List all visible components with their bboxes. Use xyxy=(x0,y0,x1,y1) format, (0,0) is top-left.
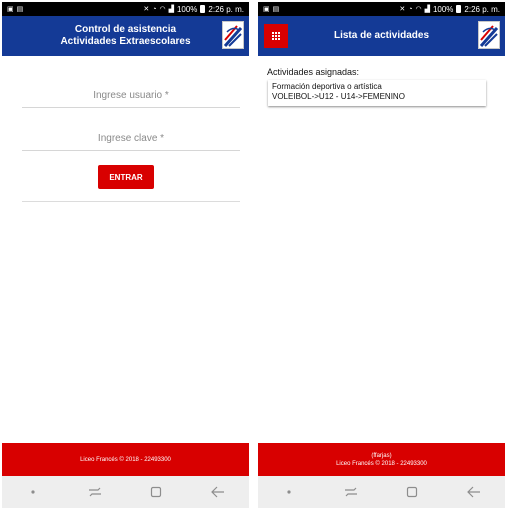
title-line-2: Actividades Extraescolares xyxy=(60,36,191,47)
recent-apps-icon[interactable] xyxy=(336,482,366,502)
app-bar: Control de asistencia Actividades Extrae… xyxy=(2,16,249,56)
footer: Liceo Francés © 2018 - 22493300 xyxy=(2,443,249,476)
clock: 2:26 p. m. xyxy=(208,4,244,14)
page-title: Control de asistencia Actividades Extrae… xyxy=(60,24,190,48)
status-bar: ▣ ▤ ✕ ◔ ◠ ▟ 100% 2:26 p. m. xyxy=(2,2,249,16)
password-input[interactable] xyxy=(22,127,240,151)
username-input[interactable] xyxy=(22,84,240,108)
home-dot-icon[interactable] xyxy=(274,482,304,502)
back-icon[interactable] xyxy=(203,482,233,502)
clock: 2:26 p. m. xyxy=(464,4,500,14)
wifi-icon: ◠ xyxy=(415,5,422,13)
battery-percent: 100% xyxy=(432,4,454,14)
home-dot-icon[interactable] xyxy=(18,482,48,502)
system-nav-bar xyxy=(2,476,249,508)
form-divider xyxy=(22,201,240,202)
school-logo-icon xyxy=(478,21,500,49)
notification-icon: ▤ xyxy=(16,5,24,13)
login-screen: ▣ ▤ ✕ ◔ ◠ ▟ 100% 2:26 p. m. Control de a… xyxy=(2,2,249,508)
menu-button[interactable] xyxy=(264,24,288,48)
home-icon[interactable] xyxy=(397,482,427,502)
enter-button[interactable]: ENTRAR xyxy=(98,165,154,189)
battery-icon xyxy=(456,5,462,13)
signal-icon: ▟ xyxy=(424,5,430,13)
footer-username: (ffarjas) xyxy=(371,452,392,459)
activity-item[interactable]: Formación deportiva o artística VOLEIBOL… xyxy=(268,80,486,106)
title-line-1: Control de asistencia xyxy=(74,24,177,35)
mute-icon: ✕ xyxy=(399,5,406,13)
image-icon: ▣ xyxy=(263,5,270,13)
activity-category: Formación deportiva o artística xyxy=(272,82,382,91)
notification-icon: ▤ xyxy=(272,5,280,13)
assigned-activities-label: Actividades asignadas: xyxy=(267,67,360,77)
school-logo-icon xyxy=(222,21,244,49)
wifi-icon: ◠ xyxy=(159,5,166,13)
footer-text: Liceo Francés © 2018 - 22493300 xyxy=(80,456,171,463)
mute-icon: ✕ xyxy=(143,5,150,13)
grid-menu-icon xyxy=(272,32,280,40)
battery-percent: 100% xyxy=(176,4,198,14)
page-title: Lista de actividades xyxy=(333,30,430,41)
signal-icon: ▟ xyxy=(168,5,174,13)
recent-apps-icon[interactable] xyxy=(80,482,110,502)
battery-icon xyxy=(200,5,206,13)
image-icon: ▣ xyxy=(7,5,14,13)
app-bar: Lista de actividades xyxy=(258,16,505,56)
footer: (ffarjas) Liceo Francés © 2018 - 2249330… xyxy=(258,443,505,476)
system-nav-bar xyxy=(258,476,505,508)
back-icon[interactable] xyxy=(459,482,489,502)
home-icon[interactable] xyxy=(141,482,171,502)
alarm-icon: ◔ xyxy=(152,5,157,13)
footer-text: Liceo Francés © 2018 - 22493300 xyxy=(336,460,427,467)
activity-detail: VOLEIBOL->U12 - U14->FEMENINO xyxy=(272,92,405,101)
alarm-icon: ◔ xyxy=(408,5,413,13)
activities-screen: ▣ ▤ ✕ ◔ ◠ ▟ 100% 2:26 p. m. Lista de act… xyxy=(258,2,505,508)
status-bar: ▣ ▤ ✕ ◔ ◠ ▟ 100% 2:26 p. m. xyxy=(258,2,505,16)
